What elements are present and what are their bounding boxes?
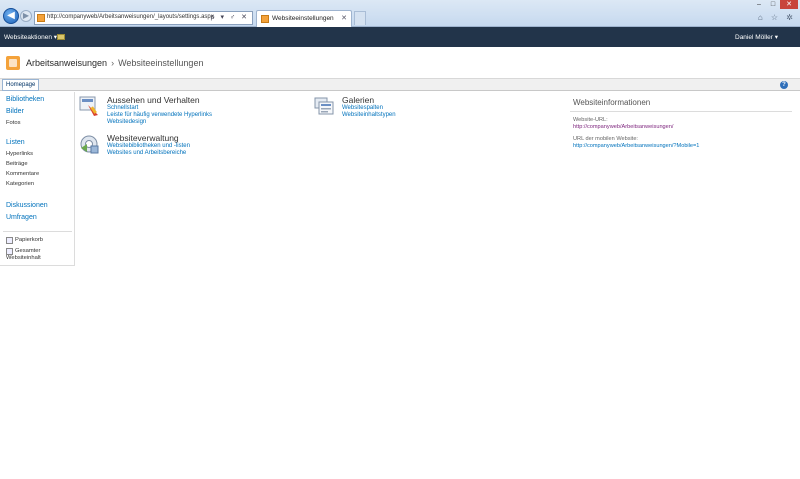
- site-url-label: Website-URL:: [573, 117, 608, 123]
- help-icon[interactable]: ?: [780, 81, 788, 89]
- mobile-url-label: URL der mobilen Website:: [573, 136, 638, 142]
- mobile-url-link[interactable]: http://companyweb/Arbeitsanweisungen/?Mo…: [573, 143, 699, 149]
- tab-title: Websiteeinstellungen: [272, 15, 334, 22]
- address-tools[interactable]: ρ ▾ ♂ ✕: [211, 13, 249, 21]
- breadcrumb-site-link[interactable]: Arbeitsanweisungen: [26, 58, 107, 68]
- ql-pictures[interactable]: Bilder: [6, 108, 24, 115]
- minimize-button[interactable]: –: [752, 0, 766, 9]
- page-title: Websiteeinstellungen: [118, 58, 204, 68]
- section-title-look-and-feel: Aussehen und Verhalten: [107, 95, 200, 105]
- site-url-link[interactable]: http://companyweb/Arbeitsanweisungen/: [573, 124, 673, 130]
- recycle-bin-icon: [6, 237, 13, 244]
- ql-all-content-line2[interactable]: Websiteinhalt: [6, 255, 41, 261]
- new-tab-button[interactable]: [354, 11, 366, 25]
- look-and-feel-icon: [79, 96, 98, 116]
- title-area: Arbeitsanweisungen › Websiteeinstellungen: [0, 47, 800, 78]
- navigate-up-folder-icon[interactable]: [57, 34, 65, 40]
- quick-launch: Bibliotheken Bilder Fotos Listen Hyperli…: [0, 92, 75, 266]
- ql-surveys[interactable]: Umfragen: [6, 214, 37, 221]
- browser-toolbar: ◀ ▶ http://companyweb/Arbeitsanweisungen…: [0, 0, 800, 27]
- browser-tab-active[interactable]: Websiteeinstellungen ✕: [256, 10, 352, 27]
- ql-categories[interactable]: Kategorien: [6, 181, 34, 187]
- tab-favicon-icon: [261, 15, 269, 23]
- back-arrow-icon[interactable]: ◀: [3, 8, 19, 24]
- ql-all-content-line1[interactable]: Gesamter: [15, 248, 40, 254]
- link-site-columns[interactable]: Websitespalten: [342, 105, 383, 111]
- all-content-icon: [6, 248, 13, 255]
- link-site-theme[interactable]: Websitedesign: [107, 119, 146, 125]
- user-menu[interactable]: Daniel Möller ▾: [735, 33, 778, 41]
- section-title-galleries: Galerien: [342, 95, 375, 105]
- site-actions-menu[interactable]: Websiteaktionen ▾: [4, 33, 57, 41]
- site-info-divider: [570, 111, 792, 112]
- breadcrumb-separator: ›: [111, 58, 115, 68]
- galleries-icon: [314, 97, 334, 115]
- address-bar[interactable]: http://companyweb/Arbeitsanweisungen/_la…: [34, 11, 253, 25]
- link-content-types[interactable]: Websiteinhaltstypen: [342, 112, 396, 118]
- site-logo-icon[interactable]: [6, 56, 20, 70]
- breadcrumb: Arbeitsanweisungen › Websiteeinstellungen: [26, 58, 203, 68]
- ql-discussions[interactable]: Diskussionen: [6, 202, 48, 209]
- tab-close-icon[interactable]: ✕: [341, 14, 347, 22]
- ql-hyperlinks[interactable]: Hyperlinks: [6, 151, 33, 157]
- close-window-button[interactable]: ✕: [780, 0, 798, 9]
- site-favicon-icon: [37, 14, 45, 22]
- link-sites-and-workspaces[interactable]: Websites und Arbeitsbereiche: [107, 150, 186, 156]
- link-quick-launch[interactable]: Schnellstart: [107, 105, 138, 111]
- ql-libraries[interactable]: Bibliotheken: [6, 96, 44, 103]
- browser-tools-icons[interactable]: ⌂ ☆ ✲: [758, 13, 796, 22]
- ql-photos[interactable]: Fotos: [6, 120, 21, 126]
- link-top-link-bar[interactable]: Leiste für häufig verwendete Hyperlinks: [107, 112, 212, 118]
- site-administration-icon: [80, 135, 99, 154]
- ql-comments[interactable]: Kommentare: [6, 171, 39, 177]
- site-info-title: Websiteinformationen: [573, 98, 651, 107]
- top-navigation: Homepage ?: [0, 78, 800, 91]
- ql-recycle-bin[interactable]: Papierkorb: [15, 237, 43, 243]
- section-title-site-administration: Websiteverwaltung: [107, 133, 179, 143]
- address-url[interactable]: http://companyweb/Arbeitsanweisungen/_la…: [47, 14, 214, 20]
- forward-arrow-icon[interactable]: ▶: [20, 10, 32, 22]
- tab-homepage[interactable]: Homepage: [2, 79, 40, 91]
- maximize-button[interactable]: □: [766, 0, 780, 9]
- ql-lists[interactable]: Listen: [6, 139, 25, 146]
- sharepoint-ribbon-bar: Websiteaktionen ▾ Daniel Möller ▾: [0, 27, 800, 47]
- ql-divider: [3, 231, 72, 232]
- window-controls: – □ ✕: [752, 0, 798, 10]
- ql-posts[interactable]: Beiträge: [6, 161, 28, 167]
- link-libraries-and-lists[interactable]: Websitebibliotheken und -listen: [107, 143, 190, 149]
